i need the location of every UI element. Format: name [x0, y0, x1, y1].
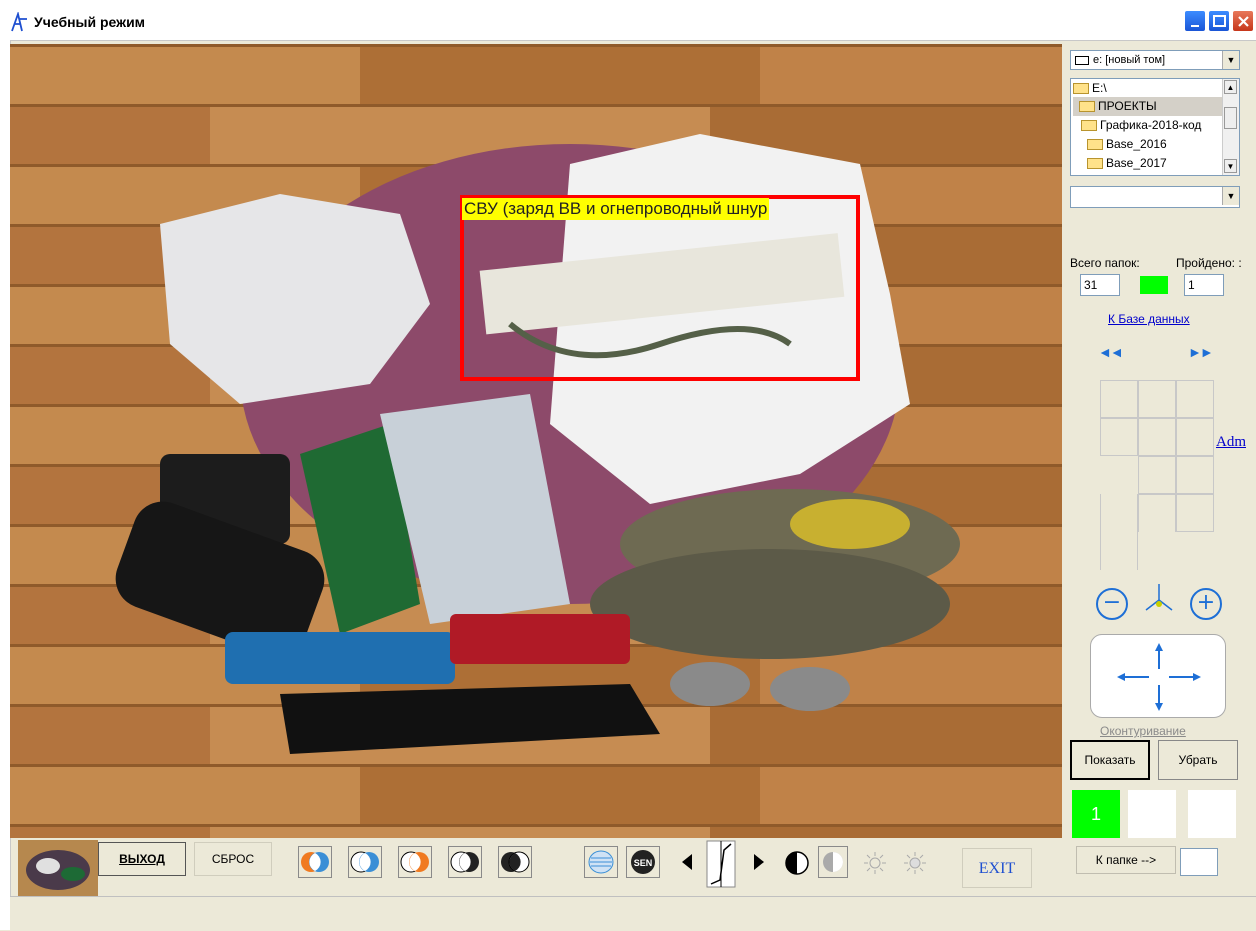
tree-item-base2017[interactable]: Base_2017 [1087, 154, 1167, 173]
detection-label: СВУ (заряд ВВ и огнепроводный шнур [462, 198, 770, 220]
scroll-up-icon[interactable]: ▲ [1224, 80, 1237, 94]
color-mode-gray-icon[interactable] [448, 846, 482, 878]
passed-label: Пройдено: : [1176, 256, 1242, 270]
grid-cell[interactable] [1138, 494, 1176, 532]
detection-box [460, 195, 860, 381]
pan-control[interactable] [1090, 634, 1226, 718]
database-link[interactable]: К Базе данных [1108, 312, 1190, 326]
title-bar: Учебный режим [0, 0, 1256, 41]
sen-button[interactable]: SEN [626, 846, 660, 878]
photo-content [10, 44, 1062, 838]
grid-cell[interactable] [1100, 494, 1138, 570]
sen-label: SEN [634, 858, 653, 868]
passed-field[interactable]: 1 [1184, 274, 1224, 296]
folder-tree[interactable]: E:\ ПРОЕКТЫ Графика-2018-код Base_2016 B… [1070, 78, 1240, 176]
folder-open-icon [1073, 83, 1089, 95]
tree-item-root[interactable]: E:\ [1073, 79, 1223, 98]
secondary-select[interactable]: ▼ [1070, 186, 1240, 208]
result-slot-2[interactable] [1128, 790, 1176, 838]
grid-cell[interactable] [1138, 456, 1176, 494]
to-folder-button[interactable]: К папке --> [1076, 846, 1176, 874]
maximize-button[interactable] [1208, 10, 1230, 32]
scroll-thumb[interactable] [1224, 107, 1237, 129]
color-mode-orange-icon[interactable] [398, 846, 432, 878]
tree-item-graphics[interactable]: Графика-2018-код [1081, 116, 1201, 135]
triangle-left-icon[interactable] [680, 852, 694, 872]
minimize-button[interactable] [1184, 10, 1206, 32]
next-arrows-button[interactable]: ►► [1188, 344, 1214, 360]
color-mode-blue-icon[interactable] [348, 846, 382, 878]
app-logo-icon [11, 12, 27, 32]
triangle-right-icon[interactable] [752, 852, 766, 872]
tree-scrollbar[interactable]: ▲ ▼ [1222, 79, 1239, 175]
exit-en-button[interactable]: EXIT [962, 848, 1032, 888]
folder-open-icon [1079, 101, 1095, 113]
grid-cell[interactable] [1100, 380, 1138, 418]
tree-item-projects[interactable]: ПРОЕКТЫ [1073, 97, 1223, 116]
layers-icon[interactable] [584, 846, 618, 878]
chevron-down-icon[interactable]: ▼ [1222, 187, 1239, 205]
close-icon [1238, 16, 1249, 27]
grid-cell[interactable] [1138, 418, 1176, 456]
drive-icon [1075, 56, 1089, 65]
result-slot-1[interactable]: 1 [1072, 790, 1120, 838]
control-panel: e: [новый том] ▼ E:\ ПРОЕКТЫ Графика-201… [1066, 44, 1256, 838]
grid-cell[interactable] [1176, 380, 1214, 418]
thumbnail-preview[interactable] [18, 840, 98, 896]
folder-icon [1087, 139, 1103, 151]
hide-button[interactable]: Убрать [1158, 740, 1238, 780]
zoom-out-button[interactable]: − [1096, 588, 1128, 620]
contrast-icon[interactable] [784, 850, 810, 876]
folder-number-field[interactable] [1180, 848, 1218, 876]
drive-value: e: [новый том] [1093, 54, 1166, 66]
status-indicator [1140, 276, 1168, 294]
gamma-curve-icon[interactable] [706, 840, 736, 888]
close-button[interactable] [1232, 10, 1254, 32]
contrast-alt-icon[interactable] [818, 846, 848, 878]
brightness-low-icon[interactable] [862, 850, 888, 876]
grid-cell[interactable] [1176, 418, 1214, 456]
scroll-down-icon[interactable]: ▼ [1224, 159, 1237, 173]
window-title: Учебный режим [34, 14, 146, 30]
minimize-icon [1191, 25, 1199, 27]
color-mode-orange-blue-icon[interactable] [298, 846, 332, 878]
axis-icon [1145, 584, 1173, 611]
folder-open-icon [1081, 120, 1097, 132]
result-slot-3[interactable] [1188, 790, 1236, 838]
show-button[interactable]: Показать [1070, 740, 1150, 780]
prev-arrows-button[interactable]: ◄◄ [1098, 344, 1124, 360]
move-arrows-icon [1117, 643, 1201, 711]
grid-cell[interactable] [1176, 456, 1214, 494]
drive-select[interactable]: e: [новый том] ▼ [1070, 50, 1240, 70]
tree-item-base2016[interactable]: Base_2016 [1087, 135, 1167, 154]
total-folders-label: Всего папок: [1070, 256, 1140, 270]
folder-icon [1087, 158, 1103, 170]
xray-image-view[interactable]: СВУ (заряд ВВ и огнепроводный шнур [10, 44, 1062, 838]
maximize-icon [1213, 15, 1226, 27]
exit-ru-button[interactable]: ВЫХОД [98, 842, 186, 876]
admin-link[interactable]: Adm [1216, 434, 1246, 451]
chevron-down-icon[interactable]: ▼ [1222, 51, 1239, 69]
reset-button[interactable]: СБРОС [194, 842, 272, 876]
grid-cell[interactable] [1100, 418, 1138, 456]
status-bar [10, 896, 1256, 931]
grid-cell[interactable] [1176, 494, 1214, 532]
brightness-high-icon[interactable] [902, 850, 928, 876]
grid-cell[interactable] [1138, 380, 1176, 418]
contour-label: Оконтуривание [1100, 724, 1186, 738]
color-mode-black-icon[interactable] [498, 846, 532, 878]
zoom-in-button[interactable]: + [1190, 588, 1222, 620]
total-folders-field[interactable]: 31 [1080, 274, 1120, 296]
